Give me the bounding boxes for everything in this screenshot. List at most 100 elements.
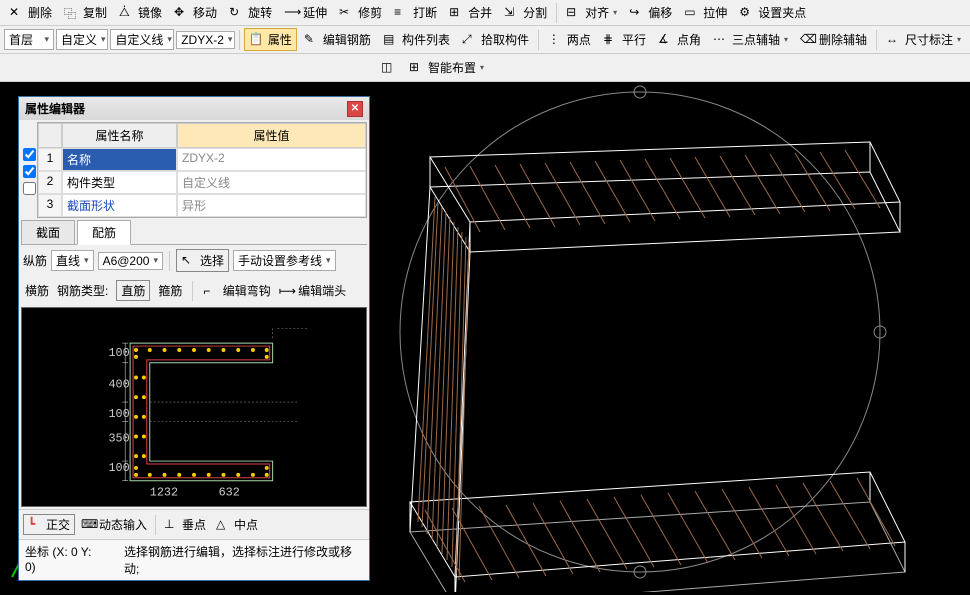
rotate-icon: ↻	[229, 5, 245, 21]
trim-button[interactable]: ✂修剪	[334, 1, 387, 24]
dim-button[interactable]: ↔尺寸标注▾	[881, 28, 966, 51]
copy-button[interactable]: ⿻复制	[59, 1, 112, 24]
properties-icon: 📋	[249, 32, 265, 48]
dyn-icon: ⌨	[81, 517, 97, 533]
stretch-button[interactable]: ▭拉伸	[679, 1, 732, 24]
mirror-button[interactable]: ⧊镜像	[114, 1, 167, 24]
editor-bottombar: ┗正交 ⌨动态输入 ⊥垂点 △中点	[19, 509, 369, 539]
delete-button[interactable]: ✕删除	[4, 1, 57, 24]
break-icon: ≡	[394, 5, 410, 21]
svg-text:100: 100	[108, 461, 129, 475]
smart-icon: ⊞	[409, 60, 425, 76]
row-check-column	[21, 144, 38, 199]
ortho-toggle[interactable]: ┗正交	[23, 514, 75, 535]
svg-text:100: 100	[108, 346, 129, 360]
coord-readout: 坐标 (X: 0 Y: 0)	[25, 543, 104, 577]
row-1-check[interactable]	[23, 148, 36, 161]
offset-icon: ↪	[629, 5, 645, 21]
grid-header-name: 属性名称	[62, 123, 177, 148]
delete-icon: ✕	[9, 5, 25, 21]
hook-icon: ⌐	[203, 284, 219, 300]
type-label: 钢筋类型:	[57, 282, 108, 299]
zong-label: 纵筋	[23, 252, 47, 269]
svg-text:400: 400	[108, 377, 129, 391]
align-icon: ⊟	[566, 5, 582, 21]
stretch-icon: ▭	[684, 5, 700, 21]
grid-row[interactable]: 2 构件类型 自定义线	[38, 171, 366, 194]
rebar-icon: ✎	[304, 32, 320, 48]
property-editor-panel: 属性编辑器 ✕ 属性名称 属性值 1 名称 ZDYX-2	[18, 96, 370, 581]
svg-text:100: 100	[108, 407, 129, 421]
pointangle-button[interactable]: ∡点角	[653, 28, 706, 51]
end-button[interactable]: ⟼ 编辑端头	[279, 282, 346, 300]
setgrip-button[interactable]: ⚙设置夹点	[734, 1, 811, 24]
pick-icon: ⤢	[462, 32, 478, 48]
extend-button[interactable]: ⟶延伸	[279, 1, 332, 24]
rotate-button[interactable]: ↻旋转	[224, 1, 277, 24]
spec-dropdown[interactable]: A6@200	[98, 252, 163, 270]
gu-button[interactable]: 箍筋	[158, 282, 182, 299]
trim-icon: ✂	[339, 5, 355, 21]
delaux-button[interactable]: ⌫删除辅轴	[795, 28, 872, 51]
twopoint-button[interactable]: ⋮两点	[543, 28, 596, 51]
toolbar-row-2: 首层 自定义 自定义线 ZDYX-2 📋属性 ✎编辑钢筋 ▤构件列表 ⤢拾取构件…	[0, 26, 970, 54]
angle-icon: ∡	[658, 32, 674, 48]
row-2-check[interactable]	[23, 165, 36, 178]
dim-icon: ↔	[886, 32, 902, 48]
svg-text:1232: 1232	[150, 485, 178, 499]
twopoint-icon: ⋮	[548, 32, 564, 48]
toolbar-row-1: ✕删除 ⿻复制 ⧊镜像 ✥移动 ↻旋转 ⟶延伸 ✂修剪 ≡打断 ⊞合并 ⇲分割 …	[0, 0, 970, 26]
move-icon: ✥	[174, 5, 190, 21]
editrebar-button[interactable]: ✎编辑钢筋	[299, 28, 376, 51]
name-dropdown[interactable]: ZDYX-2	[176, 31, 235, 49]
tab-rebar[interactable]: 配筋	[77, 220, 131, 245]
parallel-icon: ⋕	[603, 32, 619, 48]
editor-tabs: 截面 配筋	[21, 220, 367, 245]
zhi-button[interactable]: 直筋	[116, 280, 150, 301]
split-button[interactable]: ⇲分割	[499, 1, 552, 24]
copy-icon: ⿻	[64, 5, 80, 21]
ref-dropdown[interactable]: 手动设置参考线	[233, 250, 336, 271]
perp-icon: ⊥	[164, 517, 180, 533]
break-button[interactable]: ≡打断	[389, 1, 442, 24]
property-grid: 属性名称 属性值 1 名称 ZDYX-2 2 构件类型 自定义线 3 截面形状 …	[37, 122, 367, 218]
line-dropdown[interactable]: 直线	[51, 250, 94, 271]
threepoint-button[interactable]: ⋯三点辅轴▾	[708, 28, 793, 51]
align-button[interactable]: ⊟对齐▾	[561, 1, 622, 24]
ortho-icon: ┗	[28, 517, 44, 533]
rebar-subbar-1: 纵筋 直线 A6@200 ↖选择 手动设置参考线	[19, 245, 369, 276]
end-icon: ⟼	[279, 284, 295, 300]
panel-titlebar[interactable]: 属性编辑器 ✕	[19, 97, 369, 120]
offset-button[interactable]: ↪偏移	[624, 1, 677, 24]
properties-button[interactable]: 📋属性	[244, 28, 297, 51]
svg-text:350: 350	[108, 431, 129, 445]
memberlist-button[interactable]: ▤构件列表	[378, 28, 455, 51]
merge-button[interactable]: ⊞合并	[444, 1, 497, 24]
status-hint: 选择钢筋进行编辑，选择标注进行修改或移动;	[124, 543, 363, 577]
category-dropdown[interactable]: 自定义	[56, 29, 108, 50]
delaux-icon: ⌫	[800, 32, 816, 48]
section-preview[interactable]: 100 400 100 350 100 1232 632	[21, 307, 367, 507]
type-dropdown[interactable]: 自定义线	[110, 29, 174, 50]
close-button[interactable]: ✕	[347, 101, 363, 117]
mid-snap[interactable]: △中点	[212, 515, 262, 534]
perp-snap[interactable]: ⊥垂点	[160, 515, 210, 534]
tool-icon-1[interactable]: ◫	[376, 57, 402, 79]
grid-row[interactable]: 3 截面形状 异形	[38, 194, 366, 217]
editor-statusbar: 坐标 (X: 0 Y: 0) 选择钢筋进行编辑，选择标注进行修改或移动;	[19, 539, 369, 580]
dyn-toggle[interactable]: ⌨动态输入	[77, 515, 151, 534]
grid-row[interactable]: 1 名称 ZDYX-2	[38, 148, 366, 171]
merge-icon: ⊞	[449, 5, 465, 21]
parallel-button[interactable]: ⋕平行	[598, 28, 651, 51]
list-icon: ▤	[383, 32, 399, 48]
select-button[interactable]: ↖选择	[176, 249, 229, 272]
row-3-check[interactable]	[23, 182, 36, 195]
smart-layout-button[interactable]: ⊞智能布置▾	[404, 56, 489, 79]
pick-button[interactable]: ⤢拾取构件	[457, 28, 534, 51]
tab-section[interactable]: 截面	[21, 220, 75, 244]
floor-dropdown[interactable]: 首层	[4, 29, 54, 50]
toolbar-row-3: ◫ ⊞智能布置▾	[0, 54, 970, 82]
move-button[interactable]: ✥移动	[169, 1, 222, 24]
hook-button[interactable]: ⌐ 编辑弯钩	[203, 282, 270, 300]
mid-icon: △	[216, 517, 232, 533]
